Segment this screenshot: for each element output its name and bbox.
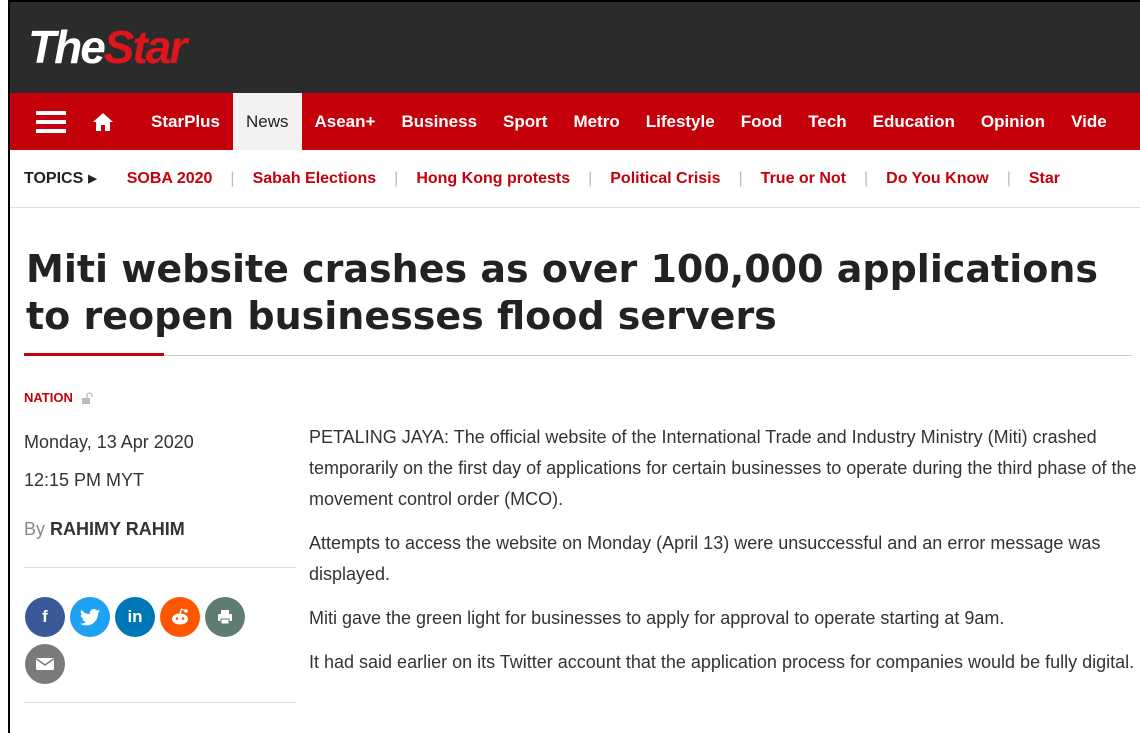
publish-date: Monday, 13 Apr 2020 — [24, 432, 194, 452]
article-headline: Miti website crashes as over 100,000 app… — [26, 247, 1098, 338]
share-buttons: f in — [25, 597, 265, 691]
topic-link[interactable]: True or Not — [743, 170, 864, 188]
topics-label[interactable]: TOPICS ▶ — [24, 170, 97, 188]
author-name[interactable]: RAHIMY RAHIM — [50, 519, 185, 539]
topic-link[interactable]: Hong Kong protests — [398, 170, 588, 188]
email-share-icon[interactable] — [25, 644, 65, 684]
nav-item-education[interactable]: Education — [860, 93, 968, 150]
hamburger-menu-icon[interactable] — [36, 110, 66, 133]
linkedin-share-icon[interactable]: in — [115, 597, 155, 637]
print-icon[interactable] — [205, 597, 245, 637]
topic-link[interactable]: SOBA 2020 — [109, 170, 231, 188]
nav-item-tech[interactable]: Tech — [795, 93, 859, 150]
nav-item-opinion[interactable]: Opinion — [968, 93, 1058, 150]
main-nav: StarPlus News Asean+ Business Sport Metr… — [10, 93, 1140, 150]
site-logo[interactable]: TheStar — [28, 14, 187, 80]
sidebar-divider — [24, 567, 296, 568]
page: TheStar StarPlus News Asean+ Business Sp… — [10, 2, 1140, 733]
topic-link[interactable]: Star — [1011, 170, 1078, 188]
nav-item-business[interactable]: Business — [388, 93, 490, 150]
article-paragraph: PETALING JAYA: The official website of t… — [309, 427, 1137, 509]
nav-item-starplus[interactable]: StarPlus — [138, 93, 233, 150]
masthead: TheStar — [10, 2, 1140, 93]
unlock-icon — [81, 391, 93, 404]
topic-link[interactable]: Political Crisis — [592, 170, 738, 188]
nav-item-food[interactable]: Food — [728, 93, 796, 150]
nav-item-lifestyle[interactable]: Lifestyle — [633, 93, 728, 150]
reddit-share-icon[interactable] — [160, 597, 200, 637]
topic-link[interactable]: Sabah Elections — [235, 170, 395, 188]
topic-link[interactable]: Do You Know — [868, 170, 1007, 188]
article-paragraph: Attempts to access the website on Monday… — [309, 533, 1101, 584]
nav-item-sport[interactable]: Sport — [490, 93, 560, 150]
article-paragraph: Miti gave the green light for businesses… — [309, 608, 1005, 628]
byline: By RAHIMY RAHIM — [24, 519, 185, 539]
nav-item-metro[interactable]: Metro — [560, 93, 632, 150]
nav-item-asean[interactable]: Asean+ — [302, 93, 389, 150]
publish-time: 12:15 PM MYT — [24, 470, 145, 490]
article-paragraph: It had said earlier on its Twitter accou… — [309, 652, 1135, 672]
headline-accent-bar — [24, 353, 164, 356]
facebook-share-icon[interactable]: f — [25, 597, 65, 637]
nav-item-videos[interactable]: Vide — [1058, 93, 1120, 150]
section-tag[interactable]: NATION — [24, 390, 93, 405]
nav-item-news[interactable]: News — [232, 93, 302, 150]
twitter-share-icon[interactable] — [70, 597, 110, 637]
topics-bar: TOPICS ▶ SOBA 2020 | Sabah Elections | Hong… — [10, 150, 1140, 208]
sidebar-divider — [24, 702, 296, 703]
caret-right-icon: ▶ — [88, 173, 97, 185]
article-body: PETALING JAYA: The official website of t… — [309, 422, 1139, 691]
headline-divider — [24, 355, 1132, 356]
home-icon[interactable] — [92, 111, 114, 133]
